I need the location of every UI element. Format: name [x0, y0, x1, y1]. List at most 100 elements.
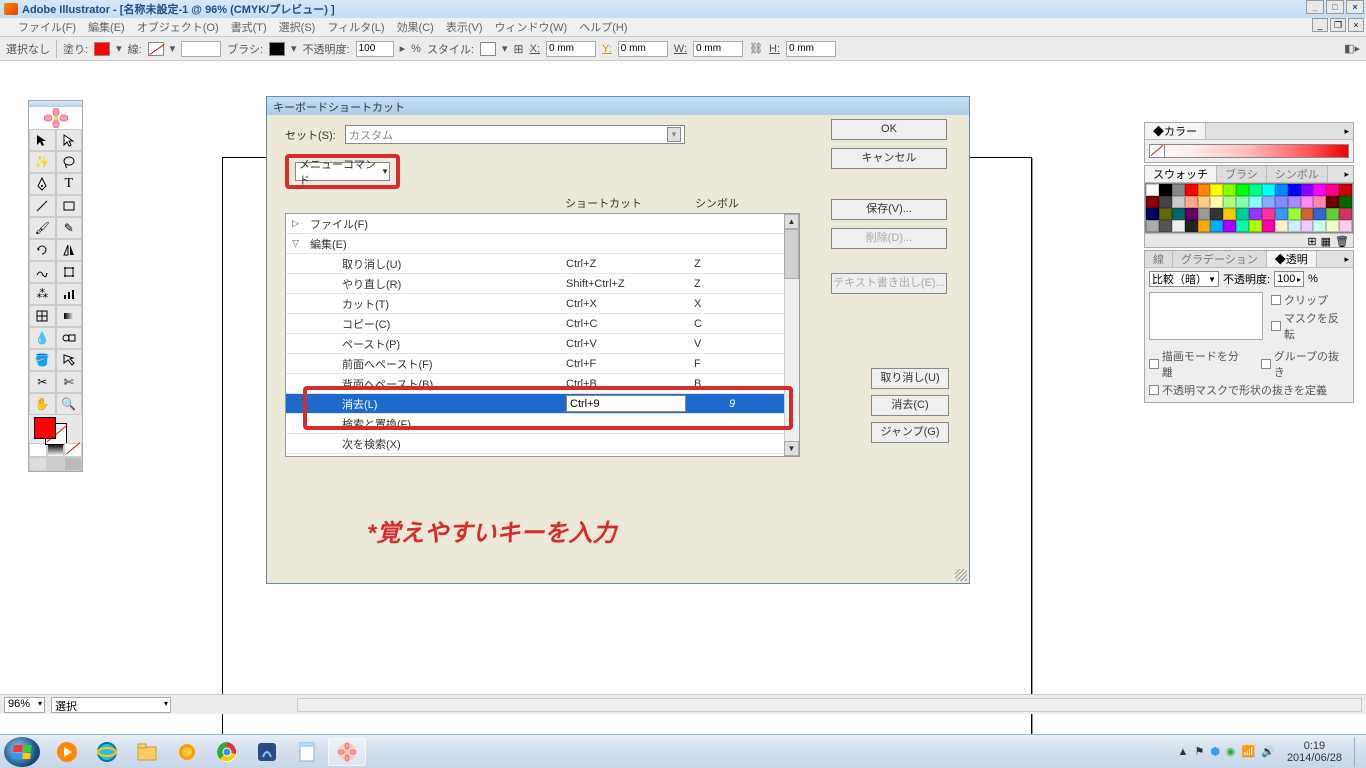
- swatch[interactable]: [1326, 184, 1339, 196]
- swatch[interactable]: [1223, 208, 1236, 220]
- list-row[interactable]: 取り消し(U)Ctrl+ZZ: [286, 254, 799, 274]
- save-button[interactable]: 保存(V)...: [831, 199, 947, 220]
- panel-menu-icon[interactable]: ▸: [1340, 169, 1353, 180]
- swatch[interactable]: [1236, 196, 1249, 208]
- zoom-tool-icon[interactable]: 🔍: [56, 393, 83, 415]
- swatch[interactable]: [1249, 184, 1262, 196]
- delete-swatch-icon[interactable]: 🗑: [1335, 235, 1349, 246]
- swatch[interactable]: [1146, 184, 1159, 196]
- swatch[interactable]: [1223, 184, 1236, 196]
- tray-flag-icon[interactable]: ⚑: [1194, 745, 1204, 758]
- gradient-tab[interactable]: グラデーション: [1173, 251, 1267, 267]
- mesh-tool-icon[interactable]: [29, 305, 56, 327]
- swatch[interactable]: [1172, 208, 1185, 220]
- list-row[interactable]: カット(T)Ctrl+XX: [286, 294, 799, 314]
- swatch[interactable]: [1146, 220, 1159, 232]
- list-row[interactable]: ペースト(P)Ctrl+VV: [286, 334, 799, 354]
- rectangle-tool-icon[interactable]: [56, 195, 83, 217]
- list-row[interactable]: 背面へペースト(B)Ctrl+BB: [286, 374, 799, 394]
- swatch[interactable]: [1262, 220, 1275, 232]
- graph-tool-icon[interactable]: [56, 283, 83, 305]
- swatch[interactable]: [1326, 208, 1339, 220]
- list-row[interactable]: やり直し(R)Shift+Ctrl+ZZ: [286, 274, 799, 294]
- eyedropper-tool-icon[interactable]: 💧: [29, 327, 56, 349]
- color-tab[interactable]: ◆カラー: [1145, 123, 1206, 139]
- gradient-tool-icon[interactable]: [56, 305, 83, 327]
- swatch[interactable]: [1288, 220, 1301, 232]
- menu-window[interactable]: ウィンドウ(W): [495, 19, 568, 35]
- swatch[interactable]: [1185, 220, 1198, 232]
- list-row[interactable]: ▷ファイル(F): [286, 214, 799, 234]
- swatch[interactable]: [1185, 208, 1198, 220]
- list-row[interactable]: ▽編集(E): [286, 234, 799, 254]
- delete-button[interactable]: 削除(D)...: [831, 228, 947, 249]
- stroke-weight-input[interactable]: [181, 41, 221, 57]
- panel-menu-icon[interactable]: ▸: [1340, 254, 1353, 265]
- swatch[interactable]: [1262, 196, 1275, 208]
- tray-volume-icon[interactable]: 🔊: [1261, 745, 1275, 758]
- undo-button[interactable]: 取り消し(U): [871, 368, 949, 389]
- swatch[interactable]: [1172, 196, 1185, 208]
- swatch[interactable]: [1185, 184, 1198, 196]
- reflect-tool-icon[interactable]: [56, 239, 83, 261]
- swatch-grid[interactable]: [1145, 183, 1353, 233]
- swatch[interactable]: [1236, 220, 1249, 232]
- swatch[interactable]: [1275, 196, 1288, 208]
- fill-color-icon[interactable]: [34, 417, 56, 439]
- set-dropdown[interactable]: カスタム ▼: [345, 125, 685, 144]
- swatch[interactable]: [1339, 196, 1352, 208]
- swatch[interactable]: [1326, 220, 1339, 232]
- menu-filter[interactable]: フィルタ(L): [327, 19, 384, 35]
- menu-select[interactable]: 選択(S): [279, 19, 316, 35]
- swatch[interactable]: [1288, 184, 1301, 196]
- mdi-minimize-button[interactable]: _: [1312, 18, 1328, 32]
- transparency-tab[interactable]: ◆透明: [1267, 251, 1317, 267]
- swatch[interactable]: [1313, 184, 1326, 196]
- line-tool-icon[interactable]: [29, 195, 56, 217]
- swatch[interactable]: [1301, 184, 1314, 196]
- direct-selection-tool-icon[interactable]: [56, 129, 83, 151]
- menu-view[interactable]: 表示(V): [446, 19, 483, 35]
- align-icon[interactable]: ⊞: [514, 42, 524, 56]
- color-spectrum[interactable]: [1149, 144, 1349, 158]
- swatch[interactable]: [1210, 184, 1223, 196]
- stroke-panel-tab[interactable]: 線: [1145, 251, 1173, 267]
- symbols-tab[interactable]: シンボル: [1267, 166, 1328, 182]
- swatch[interactable]: [1275, 184, 1288, 196]
- warp-tool-icon[interactable]: [29, 261, 56, 283]
- close-button[interactable]: ×: [1346, 0, 1364, 14]
- swatch[interactable]: [1198, 196, 1211, 208]
- swatch[interactable]: [1339, 220, 1352, 232]
- swatch[interactable]: [1210, 208, 1223, 220]
- swatches-tab[interactable]: スウォッチ: [1145, 166, 1217, 182]
- selection-tool-icon[interactable]: [29, 129, 56, 151]
- mdi-restore-button[interactable]: ❐: [1330, 18, 1346, 32]
- swatch[interactable]: [1223, 196, 1236, 208]
- swatch[interactable]: [1288, 208, 1301, 220]
- lasso-tool-icon[interactable]: [56, 151, 83, 173]
- swatch[interactable]: [1159, 184, 1172, 196]
- type-tool-icon[interactable]: T: [56, 173, 83, 195]
- minimize-button[interactable]: _: [1306, 0, 1324, 14]
- menu-help[interactable]: ヘルプ(H): [579, 19, 627, 35]
- panel-menu-icon[interactable]: ◧▸: [1344, 42, 1360, 55]
- opacity-input[interactable]: 100▸: [1274, 271, 1304, 287]
- swatch[interactable]: [1339, 184, 1352, 196]
- tool-status-dropdown[interactable]: 選択: [51, 697, 171, 713]
- cancel-button[interactable]: キャンセル: [831, 148, 947, 169]
- swatch[interactable]: [1313, 208, 1326, 220]
- panel-menu-icon[interactable]: ▸: [1340, 126, 1353, 137]
- screen-mode-full-icon[interactable]: [64, 457, 82, 471]
- swatch[interactable]: [1198, 208, 1211, 220]
- hand-tool-icon[interactable]: ✋: [29, 393, 56, 415]
- type-dropdown[interactable]: メニューコマンド ▼: [295, 162, 390, 181]
- swatch[interactable]: [1262, 208, 1275, 220]
- swatch[interactable]: [1146, 208, 1159, 220]
- x-input[interactable]: [546, 41, 596, 57]
- swatch[interactable]: [1313, 196, 1326, 208]
- menu-edit[interactable]: 編集(E): [88, 19, 125, 35]
- taskbar-mediaplayer-icon[interactable]: [48, 738, 86, 766]
- slice-tool-icon[interactable]: ✂: [29, 371, 56, 393]
- paintbrush-tool-icon[interactable]: 🖌: [29, 217, 56, 239]
- pen-tool-icon[interactable]: [29, 173, 56, 195]
